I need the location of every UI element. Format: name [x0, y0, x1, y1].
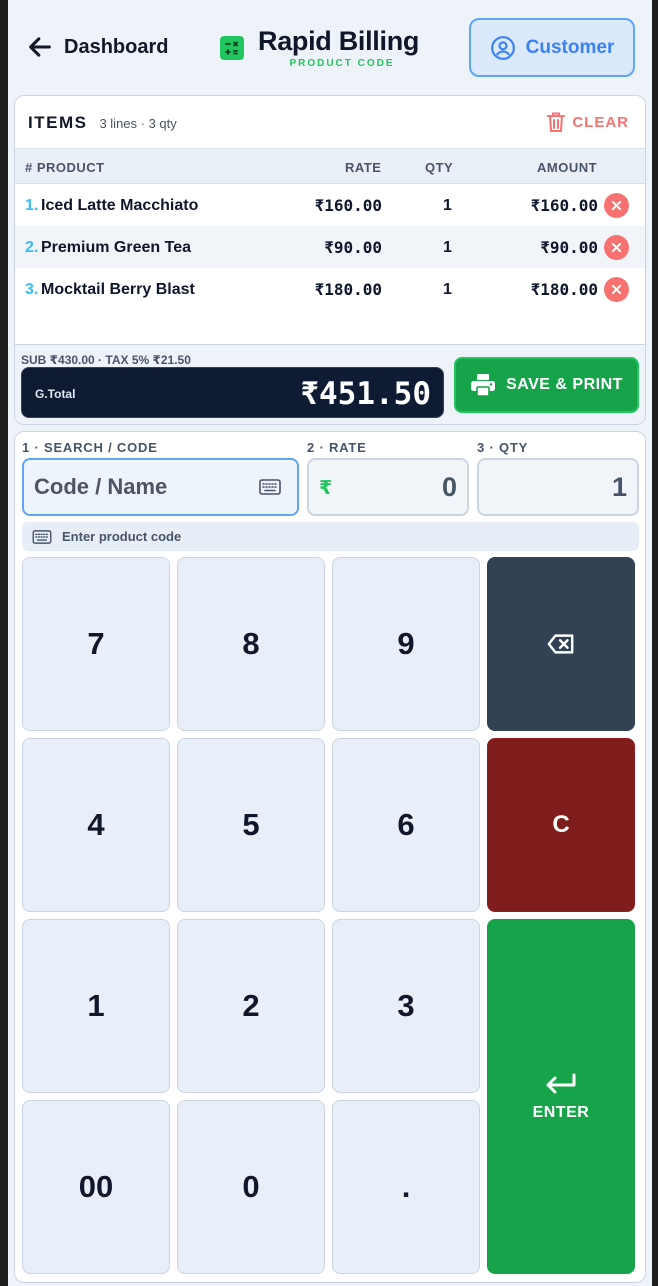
customer-button[interactable]: Customer — [469, 18, 635, 77]
qty-field-label: 3 · QTY — [477, 440, 529, 455]
hint-text: Enter product code — [62, 529, 182, 544]
back-to-dashboard-link[interactable]: Dashboard — [26, 33, 168, 61]
subtotal-tax-line: SUB ₹430.00 · TAX 5% ₹21.50 — [21, 353, 191, 367]
hint-bar: Enter product code — [22, 522, 639, 551]
remove-item-button[interactable] — [604, 235, 629, 260]
items-title: ITEMS — [28, 113, 88, 132]
items-table-header: # PRODUCT RATE QTY AMOUNT — [15, 148, 645, 184]
clear-label: CLEAR — [572, 113, 629, 131]
calculator-icon — [220, 36, 244, 60]
backspace-button[interactable] — [487, 557, 635, 731]
rate-field[interactable]: ₹ 0 — [307, 458, 469, 516]
clear-entry-button[interactable]: C — [487, 738, 635, 912]
backspace-icon — [547, 634, 574, 654]
row-product-name: Mocktail Berry Blast — [41, 281, 195, 298]
row-amount: ₹180.00 — [530, 280, 598, 299]
search-field-label: 1 · SEARCH / CODE — [22, 440, 158, 455]
key-9[interactable]: 9 — [332, 557, 480, 731]
row-index: 3. — [25, 281, 39, 298]
header: Dashboard Rapid Billing PRODUCT CODE Cus… — [8, 0, 652, 90]
back-label: Dashboard — [64, 35, 169, 58]
entry-panel: 1 · SEARCH / CODE 2 · RATE 3 · QTY ₹ 0 1… — [14, 431, 646, 1283]
key-2[interactable]: 2 — [177, 919, 325, 1093]
row-rate: ₹160.00 — [314, 196, 382, 215]
save-print-label: SAVE & PRINT — [506, 376, 623, 393]
items-heading: ITEMS 3 lines · 3 qty — [28, 113, 177, 133]
customer-label: Customer — [525, 36, 615, 58]
user-circle-icon — [490, 35, 515, 60]
key-0[interactable]: 0 — [177, 1100, 325, 1274]
key-1[interactable]: 1 — [22, 919, 170, 1093]
save-print-button[interactable]: SAVE & PRINT — [454, 357, 639, 413]
rate-value: 0 — [441, 472, 457, 502]
qty-field[interactable]: 1 — [477, 458, 639, 516]
rate-field-label: 2 · RATE — [307, 440, 367, 455]
col-product: # PRODUCT — [25, 160, 105, 175]
keyboard-icon — [32, 529, 52, 544]
app-title: Rapid Billing — [258, 26, 420, 56]
arrow-left-icon — [29, 37, 51, 57]
clear-items-button[interactable]: CLEAR — [546, 111, 629, 133]
search-code-field — [22, 458, 299, 516]
remove-item-button[interactable] — [604, 277, 629, 302]
table-row[interactable]: 2. Premium Green Tea ₹90.00 1 ₹90.00 — [15, 226, 645, 268]
row-index: 1. — [25, 197, 39, 214]
row-rate: ₹180.00 — [314, 280, 382, 299]
row-qty: 1 — [443, 281, 452, 298]
key-00[interactable]: 00 — [22, 1100, 170, 1274]
col-qty: QTY — [425, 160, 454, 175]
items-panel: ITEMS 3 lines · 3 qty CLEAR # PRODUCT RA… — [14, 95, 646, 425]
enter-label: ENTER — [532, 1103, 590, 1121]
enter-arrow-icon — [546, 1073, 576, 1093]
close-icon — [611, 242, 622, 253]
close-icon — [611, 284, 622, 295]
row-qty: 1 — [443, 197, 452, 214]
key-3[interactable]: 3 — [332, 919, 480, 1093]
row-rate: ₹90.00 — [324, 238, 382, 257]
grand-total-value: ₹451.50 — [300, 376, 431, 412]
printer-icon — [471, 374, 496, 397]
grand-total-label: G.Total — [35, 387, 76, 401]
row-product-name: Premium Green Tea — [41, 239, 191, 256]
enter-button[interactable]: ENTER — [487, 919, 635, 1274]
items-meta: 3 lines · 3 qty — [99, 116, 177, 131]
qty-value: 1 — [611, 472, 627, 502]
key-7[interactable]: 7 — [22, 557, 170, 731]
row-amount: ₹160.00 — [530, 196, 598, 215]
table-row[interactable]: 3. Mocktail Berry Blast ₹180.00 1 ₹180.0… — [15, 268, 645, 310]
totals-bar: SUB ₹430.00 · TAX 5% ₹21.50 G.Total ₹451… — [15, 344, 645, 424]
row-qty: 1 — [443, 239, 452, 256]
key-8[interactable]: 8 — [177, 557, 325, 731]
keyboard-icon[interactable] — [259, 479, 281, 495]
remove-item-button[interactable] — [604, 193, 629, 218]
key-4[interactable]: 4 — [22, 738, 170, 912]
rupee-icon: ₹ — [319, 478, 333, 499]
row-amount: ₹90.00 — [540, 238, 598, 257]
grand-total-box: G.Total ₹451.50 — [21, 367, 444, 418]
search-input[interactable] — [34, 474, 244, 500]
items-table-body: 1. Iced Latte Macchiato ₹160.00 1 ₹160.0… — [15, 184, 645, 310]
row-product-name: Iced Latte Macchiato — [41, 197, 199, 214]
app-window: Dashboard Rapid Billing PRODUCT CODE Cus… — [8, 0, 652, 1286]
table-row[interactable]: 1. Iced Latte Macchiato ₹160.00 1 ₹160.0… — [15, 184, 645, 226]
key-5[interactable]: 5 — [177, 738, 325, 912]
trash-icon — [547, 112, 566, 132]
row-index: 2. — [25, 239, 39, 256]
key-decimal[interactable]: . — [332, 1100, 480, 1274]
key-6[interactable]: 6 — [332, 738, 480, 912]
close-icon — [611, 200, 622, 211]
app-subtitle: PRODUCT CODE — [289, 58, 395, 69]
col-amount: AMOUNT — [537, 160, 598, 175]
col-rate: RATE — [345, 160, 382, 175]
